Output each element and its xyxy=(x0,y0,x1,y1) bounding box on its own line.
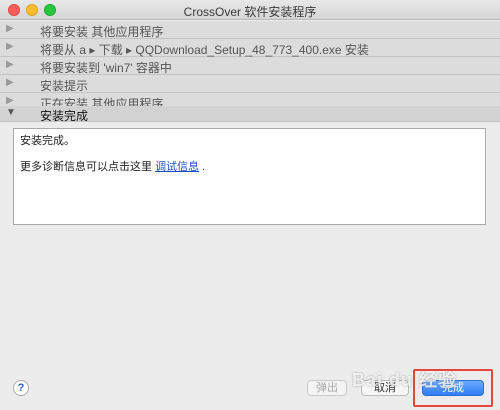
step-4[interactable]: ▶ 安装提示 xyxy=(0,75,500,93)
window-title: CrossOver 软件安装程序 xyxy=(183,5,317,19)
disclosure-triangle-icon: ▶ xyxy=(6,59,14,70)
step-label: 安装提示 xyxy=(40,79,89,93)
diagnostics-suffix: . xyxy=(202,161,206,173)
help-button[interactable]: ? xyxy=(13,380,29,396)
debug-info-link[interactable]: 调试信息 xyxy=(155,161,199,173)
title-bar: CrossOver 软件安装程序 xyxy=(0,0,500,20)
log-line-complete: 安装完成。 xyxy=(20,135,75,147)
step-label: 将要安装 其他应用程序 xyxy=(40,25,164,39)
step-label: 将要安装到 'win7' 容器中 xyxy=(40,61,172,75)
step-2[interactable]: ▶ 将要从 a ▸ 下载 ▸ QQDownload_Setup_48_773_4… xyxy=(0,39,500,57)
install-log-box: 安装完成。 更多诊断信息可以点击这里 调试信息 . xyxy=(13,128,486,225)
disclosure-triangle-icon: ▶ xyxy=(6,41,14,52)
step-6-expanded[interactable]: ▼ 安装完成 xyxy=(0,106,500,123)
step-3[interactable]: ▶ 将要安装到 'win7' 容器中 xyxy=(0,57,500,75)
step-1[interactable]: ▶ 将要安装 其他应用程序 xyxy=(0,21,500,39)
diagnostics-text: 更多诊断信息可以点击这里 xyxy=(20,161,152,173)
log-line-diagnostics: 更多诊断信息可以点击这里 调试信息 . xyxy=(20,159,479,175)
disclosure-triangle-icon: ▶ xyxy=(6,77,14,88)
disclosure-triangle-icon: ▶ xyxy=(6,95,14,106)
step-label: 将要从 a ▸ 下载 ▸ QQDownload_Setup_48_773_400… xyxy=(40,43,369,57)
disclosure-triangle-icon: ▶ xyxy=(6,23,14,34)
eject-button[interactable]: 弹出 xyxy=(307,380,347,396)
highlight-annotation xyxy=(413,369,493,407)
completion-panel: 安装完成。 更多诊断信息可以点击这里 调试信息 . ? 弹出 取消 完成 Bai… xyxy=(0,122,500,410)
disclosure-triangle-down-icon: ▼ xyxy=(6,107,16,118)
